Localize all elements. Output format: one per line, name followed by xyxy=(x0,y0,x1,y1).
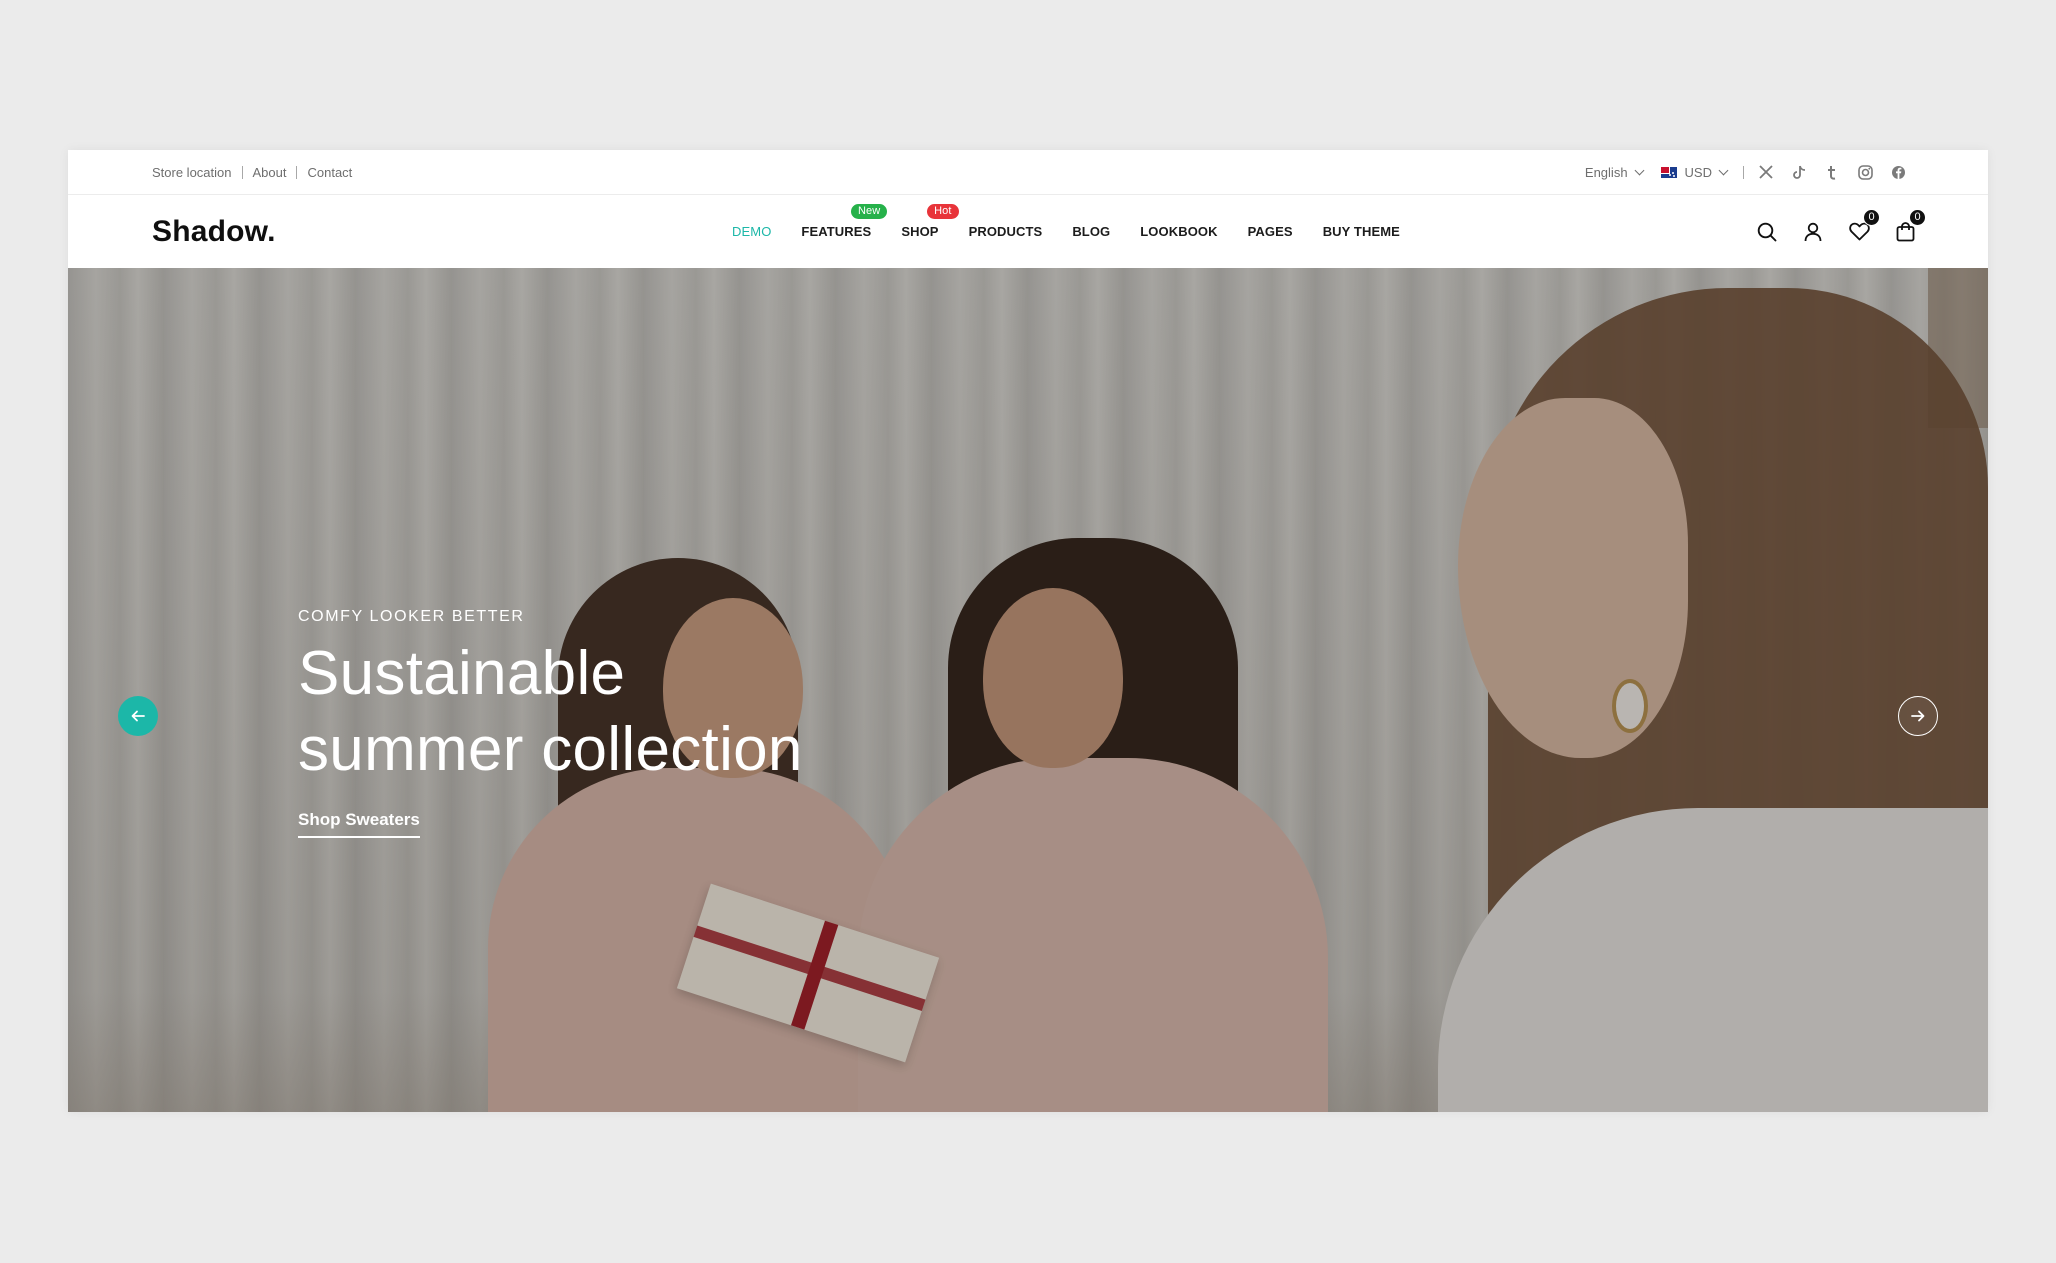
tumblr-icon[interactable] xyxy=(1824,164,1840,180)
hero-headline-line-2: summer collection xyxy=(298,715,803,784)
chevron-down-icon xyxy=(1634,165,1644,175)
hero-slider: COMFY LOOKER BETTER Sustainable summer c… xyxy=(68,268,1988,1112)
main-header: Shadow. DEMO FEATURES New SHOP Hot PRODU… xyxy=(68,195,1988,268)
wishlist-count: 0 xyxy=(1863,208,1880,226)
next-slide-button[interactable] xyxy=(1898,696,1938,736)
browser-page: Store location About Contact English USD xyxy=(68,150,1988,1112)
hero-eyebrow: COMFY LOOKER BETTER xyxy=(298,608,525,625)
nav-pages[interactable]: PAGES xyxy=(1248,224,1293,239)
currency-label: USD xyxy=(1684,164,1712,180)
divider xyxy=(1743,165,1744,179)
shop-sweaters-link[interactable]: Shop Sweaters xyxy=(298,810,420,838)
shopping-bag-icon xyxy=(1896,221,1914,241)
x-icon[interactable] xyxy=(1758,164,1774,180)
about-link[interactable]: About xyxy=(253,165,287,180)
hot-badge: Hot xyxy=(927,204,959,219)
currency-selector[interactable]: USD xyxy=(1660,164,1729,180)
nav-shop-label: SHOP xyxy=(901,224,939,239)
nav-lookbook[interactable]: LOOKBOOK xyxy=(1140,224,1217,239)
flag-icon xyxy=(1660,166,1677,178)
hero-content: COMFY LOOKER BETTER Sustainable summer c… xyxy=(298,608,803,838)
nav-features[interactable]: FEATURES New xyxy=(801,204,888,239)
wishlist-button[interactable]: 0 xyxy=(1848,208,1880,243)
nav-blog[interactable]: BLOG xyxy=(1072,224,1110,239)
new-badge: New xyxy=(851,204,888,219)
divider xyxy=(241,165,243,179)
search-icon[interactable] xyxy=(1756,221,1778,243)
previous-slide-button[interactable] xyxy=(118,696,158,736)
language-selector[interactable]: English xyxy=(1584,164,1644,180)
hero-headline: Sustainable summer collection xyxy=(298,636,803,788)
nav-shop[interactable]: SHOP Hot xyxy=(901,204,959,239)
nav-demo[interactable]: DEMO xyxy=(732,224,771,239)
social-links xyxy=(1758,164,1906,180)
tiktok-icon[interactable] xyxy=(1791,164,1807,180)
hero-headline-line-1: Sustainable xyxy=(298,639,626,708)
cart-count: 0 xyxy=(1909,208,1926,226)
top-links: Store location About Contact xyxy=(152,165,352,180)
chevron-down-icon xyxy=(1718,165,1729,175)
top-bar: Store location About Contact English USD xyxy=(68,150,1988,195)
arrow-right-icon xyxy=(1911,710,1925,722)
store-location-link[interactable]: Store location xyxy=(152,165,232,180)
nav-features-label: FEATURES xyxy=(801,224,872,239)
nav-products[interactable]: PRODUCTS xyxy=(969,224,1043,239)
arrow-left-icon xyxy=(131,710,145,722)
top-right-controls: English USD xyxy=(1585,164,1906,180)
language-label: English xyxy=(1584,164,1628,180)
main-nav: DEMO FEATURES New SHOP Hot PRODUCTS BLOG… xyxy=(732,195,1430,268)
divider xyxy=(296,165,298,179)
contact-link[interactable]: Contact xyxy=(307,165,352,180)
facebook-icon[interactable] xyxy=(1890,164,1906,180)
cart-button[interactable]: 0 xyxy=(1894,208,1926,243)
instagram-icon[interactable] xyxy=(1857,164,1873,180)
account-icon[interactable] xyxy=(1802,221,1824,243)
header-actions: 0 0 xyxy=(1756,195,1926,268)
nav-buy-theme[interactable]: BUY THEME xyxy=(1323,224,1400,239)
logo[interactable]: Shadow. xyxy=(152,215,276,249)
